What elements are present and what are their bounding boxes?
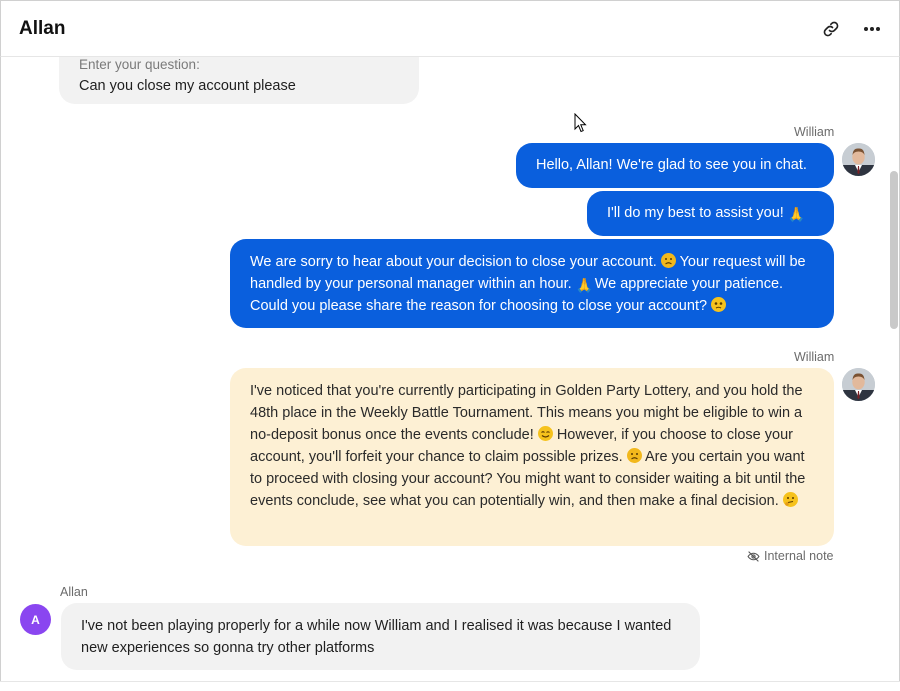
smile-emoji-icon [537,426,553,441]
message-incoming: Enter your question: Can you close my ac… [59,57,419,104]
message-text: I'll do my best to assist you! [607,205,784,221]
chat-title: Allan [19,18,66,39]
message-label: Enter your question: [79,57,200,72]
message-text: I've not been playing properly for a whi… [81,618,672,656]
sad-emoji-icon [660,253,676,268]
message-outgoing: We are sorry to hear about your decision… [230,239,834,328]
composer-divider [0,681,900,691]
agent-avatar [842,368,875,401]
thinking-emoji-icon [782,492,798,507]
message-incoming: I've not been playing properly for a whi… [61,603,700,670]
internal-note-label: Internal note [764,549,834,563]
pray-emoji-icon: 🙏 [575,277,594,293]
sender-name: William [794,125,835,139]
message-text: Hello, Allan! We're glad to see you in c… [536,157,807,173]
scrollbar-thumb[interactable] [890,171,898,329]
message-outgoing: Hello, Allan! We're glad to see you in c… [516,143,834,188]
mouse-cursor-icon [574,113,587,133]
sender-name: Allan [60,585,88,599]
chat-thread[interactable]: Enter your question: Can you close my ac… [0,57,900,681]
internal-note-indicator: Internal note [747,549,834,563]
sad-emoji-icon [626,448,642,463]
user-avatar: A [20,604,51,635]
eye-off-icon [747,550,760,562]
message-text: Can you close my account please [79,78,296,94]
worried-emoji-icon [711,297,727,312]
internal-note-message: I've noticed that you're currently parti… [230,368,834,546]
agent-avatar [842,143,875,176]
more-icon[interactable] [860,17,884,41]
pray-emoji-icon: 🙏 [787,206,806,222]
message-outgoing: I'll do my best to assist you! 🙏 [587,191,834,236]
chat-header: Allan [0,0,900,57]
link-icon[interactable] [819,17,843,41]
sender-name: William [794,350,835,364]
message-text: We are sorry to hear about your decision… [250,254,657,270]
